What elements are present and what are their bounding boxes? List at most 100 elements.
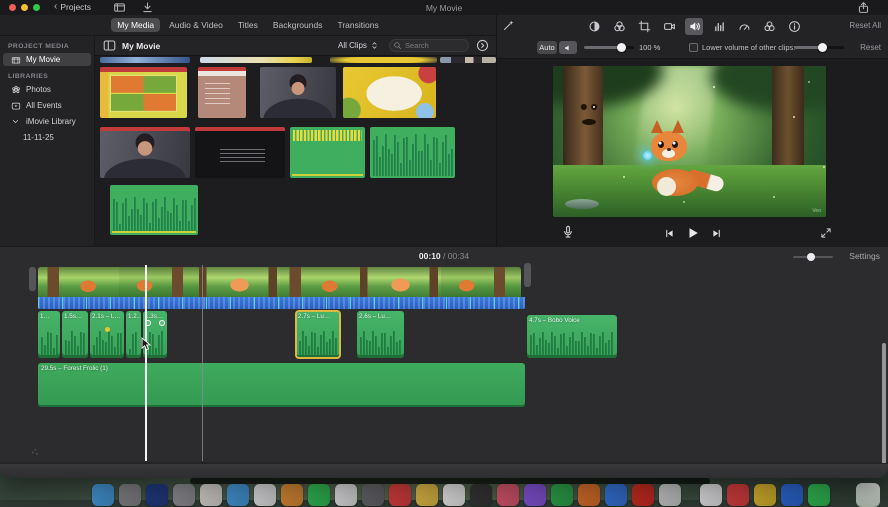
thumbnail-fox-collage-screenshot[interactable] <box>100 67 187 118</box>
audio-clip-1-2[interactable]: 1.2… <box>126 311 141 358</box>
audio-clip-2-6s-lu[interactable]: 2.6s – Lu… <box>357 311 404 358</box>
dock-app-icon[interactable] <box>443 484 465 506</box>
thumbnail-terminal-screenshot[interactable] <box>195 127 285 178</box>
tab-transitions[interactable]: Transitions <box>331 18 384 32</box>
sidebar-item-library-date[interactable]: 11-11-25 <box>3 131 91 144</box>
tab-titles[interactable]: Titles <box>232 18 264 32</box>
dock-app-icon[interactable] <box>227 484 249 506</box>
tool-speed-icon[interactable] <box>735 18 753 35</box>
tab-audio-video[interactable]: Audio & Video <box>163 18 229 32</box>
audio-clip-1[interactable]: 1… <box>38 311 60 358</box>
auto-volume-button[interactable]: Auto <box>537 41 557 54</box>
reset-all-button[interactable]: Reset All <box>849 21 881 30</box>
dock-app-icon[interactable] <box>808 484 830 506</box>
thumbnail-presenter-video[interactable] <box>260 67 336 118</box>
thumbnail-audio-clip-bottom-wave[interactable] <box>110 185 198 235</box>
search-input[interactable] <box>389 39 469 52</box>
audio-clip-4-7s-bobo-voice[interactable]: 4.7s – Bobo Voice <box>527 315 617 358</box>
background-music-clip[interactable]: 29.5s – Forest Frolic (1) <box>38 363 525 407</box>
trash-icon[interactable] <box>856 483 880 507</box>
fullscreen-icon[interactable] <box>820 227 832 239</box>
reset-button[interactable]: Reset <box>860 43 881 52</box>
audio-clip-1-5s[interactable]: 1.5s… <box>62 311 88 358</box>
imovie-window: ‹ Projects My Movie My MediaAudio & Vide… <box>0 0 888 478</box>
dock-app-icon[interactable] <box>754 484 776 506</box>
fade-handle[interactable] <box>159 320 165 326</box>
dock-app-icon[interactable] <box>551 484 573 506</box>
dock-app-icon[interactable] <box>308 484 330 506</box>
tool-equalizer-icon[interactable] <box>710 18 728 35</box>
thumbnail-audio-clip-tall-wave[interactable] <box>370 127 455 178</box>
timeline-scrollbar[interactable] <box>882 343 886 465</box>
dock-app-icon[interactable] <box>578 484 600 506</box>
next-frame-button[interactable] <box>711 228 722 239</box>
sidebar-item-photos[interactable]: Photos <box>3 83 91 96</box>
dock-app-icon[interactable] <box>200 484 222 506</box>
enhance-wand-icon[interactable] <box>502 19 515 32</box>
tab-my-media[interactable]: My Media <box>111 18 160 32</box>
sidebar-toggle-icon[interactable] <box>103 39 116 52</box>
play-button[interactable] <box>686 226 700 240</box>
dock-app-icon[interactable] <box>700 484 722 506</box>
playhead[interactable] <box>145 265 147 461</box>
browser-title: My Movie <box>122 41 160 51</box>
media-browser-header: My Movie All Clips <box>95 36 496 56</box>
tab-backgrounds[interactable]: Backgrounds <box>267 18 329 32</box>
tool-color-correction-icon[interactable] <box>610 18 628 35</box>
dock-app-icon[interactable] <box>335 484 357 506</box>
voiceover-mic-icon[interactable] <box>561 225 575 239</box>
timeline-zoom-slider[interactable] <box>793 256 833 258</box>
thumbnail-presenter-video-2[interactable] <box>100 127 190 178</box>
total-duration: 00:34 <box>448 251 469 261</box>
fireflies <box>593 106 595 108</box>
timeline-settings-button[interactable]: Settings <box>849 251 880 261</box>
dock-app-icon[interactable] <box>254 484 276 506</box>
thumbnail-audio-clip-yellow-wave[interactable] <box>290 127 365 178</box>
tool-color-balance-icon[interactable] <box>585 18 603 35</box>
dock-app-icon[interactable] <box>389 484 411 506</box>
dock-app-icon[interactable] <box>173 484 195 506</box>
thumbnail-notes-document-screenshot[interactable] <box>198 67 246 118</box>
dock-app-icon[interactable] <box>146 484 168 506</box>
clip-filter-dropdown[interactable]: All Clips <box>338 41 379 50</box>
tool-crop-icon[interactable] <box>635 18 653 35</box>
right-trim-handle[interactable] <box>524 263 531 287</box>
tool-info-icon[interactable] <box>785 18 803 35</box>
share-icon[interactable] <box>856 1 870 14</box>
sidebar-item-imovie-library[interactable]: iMovie Library <box>3 115 91 128</box>
sidebar-item-all-events[interactable]: All Events <box>3 99 91 112</box>
tool-stabilization-icon[interactable] <box>660 18 678 35</box>
lower-volume-checkbox[interactable] <box>689 43 698 52</box>
dock-app-icon[interactable] <box>362 484 384 506</box>
dock-app-icon[interactable] <box>659 484 681 506</box>
dock-app-icon[interactable] <box>416 484 438 506</box>
clip-appearance-icon[interactable] <box>476 39 489 52</box>
volume-slider[interactable] <box>584 46 634 49</box>
window-bottom-edge <box>0 463 888 478</box>
thumbnail-yellow-slide[interactable] <box>343 67 436 118</box>
audio-clip-2-1s-l[interactable]: 2.1s – L… <box>90 311 124 358</box>
lower-volume-slider[interactable] <box>794 46 844 49</box>
dock-app-icon[interactable] <box>281 484 303 506</box>
dock-app-icon[interactable] <box>605 484 627 506</box>
dock-app-icon[interactable] <box>470 484 492 506</box>
tool-volume-icon[interactable] <box>685 18 703 35</box>
sidebar-item-my-movie[interactable]: My Movie <box>3 53 91 66</box>
audio-clip-2-7s-lu[interactable]: 2.7s – Lu… <box>296 311 340 358</box>
dock-app-icon[interactable] <box>92 484 114 506</box>
dock-app-icon[interactable] <box>632 484 654 506</box>
video-clip-audio-waveform[interactable] <box>38 297 525 309</box>
dock-app-icon[interactable] <box>524 484 546 506</box>
tool-effects-icon[interactable] <box>760 18 778 35</box>
previous-frame-button[interactable] <box>664 228 675 239</box>
left-trim-handle[interactable] <box>29 267 36 291</box>
titlebar: ‹ Projects My Movie <box>0 0 888 15</box>
dock-app-icon[interactable] <box>497 484 519 506</box>
dock-app-icon[interactable] <box>119 484 141 506</box>
video-clip-filmstrip[interactable] <box>38 267 521 297</box>
media-tab-bar: My MediaAudio & VideoTitlesBackgroundsTr… <box>0 15 496 36</box>
sidebar-item-label: 11-11-25 <box>23 133 54 142</box>
mute-speaker-button[interactable] <box>559 41 577 54</box>
dock-app-icon[interactable] <box>781 484 803 506</box>
dock-app-icon[interactable] <box>727 484 749 506</box>
